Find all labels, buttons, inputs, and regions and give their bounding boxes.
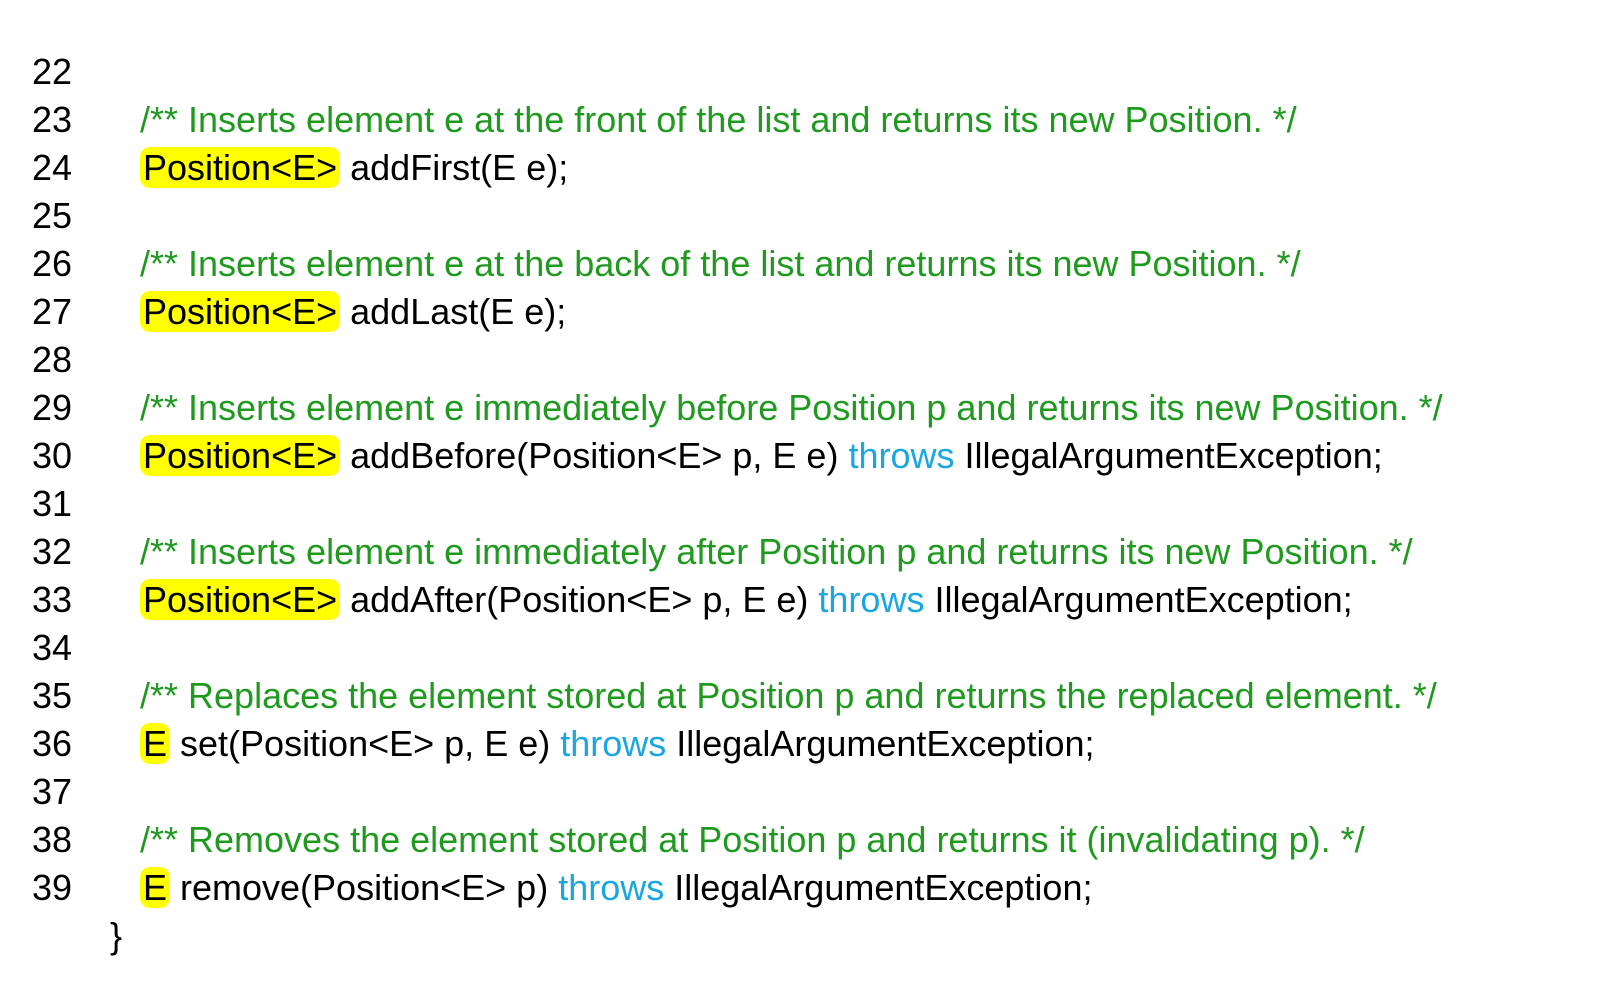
code-line: 28 /** Inserts element e immediately bef…	[0, 288, 1612, 428]
code-line: 23 Position<E> addFirst(E e);	[0, 48, 1612, 188]
line-number: 39	[31, 867, 72, 908]
code-line: 25 /** Inserts element e at the back of …	[0, 144, 1612, 284]
code-line: 29 Position<E> addBefore(Position<E> p, …	[0, 336, 1612, 476]
code-line: 34 /** Replaces the element stored at Po…	[0, 576, 1612, 716]
code-line: 36	[0, 672, 1612, 764]
line-content: }	[110, 912, 122, 960]
code-line: 26 Position<E> addLast(E e);	[0, 192, 1612, 332]
code-line: 24	[0, 96, 1612, 188]
closing-brace: }	[110, 915, 123, 956]
code-line: 32 Position<E> addAfter(Position<E> p, E…	[0, 480, 1612, 620]
exception-type: IllegalArgumentException;	[664, 867, 1093, 908]
return-type-highlight: E	[140, 867, 171, 908]
code-line: 37 /** Removes the element stored at Pos…	[0, 720, 1612, 860]
code-line: 27	[0, 240, 1612, 332]
code-line: 30	[0, 384, 1612, 476]
method-signature: remove(Position<E> p)	[170, 867, 559, 908]
throws-keyword: throws	[558, 867, 665, 908]
code-line: 38 E remove(Position<E> p) throws Illega…	[0, 768, 1612, 908]
code-line: 33	[0, 528, 1612, 620]
code-line: 22 /** Inserts element e at the front of…	[0, 0, 1612, 140]
line-content: E remove(Position<E> p) throws IllegalAr…	[140, 864, 1092, 912]
code-line: 31 /** Inserts element e immediately aft…	[0, 432, 1612, 572]
code-line: 39 }	[0, 816, 1612, 956]
code-line: 35 E set(Position<E> p, E e) throws Ille…	[0, 624, 1612, 764]
